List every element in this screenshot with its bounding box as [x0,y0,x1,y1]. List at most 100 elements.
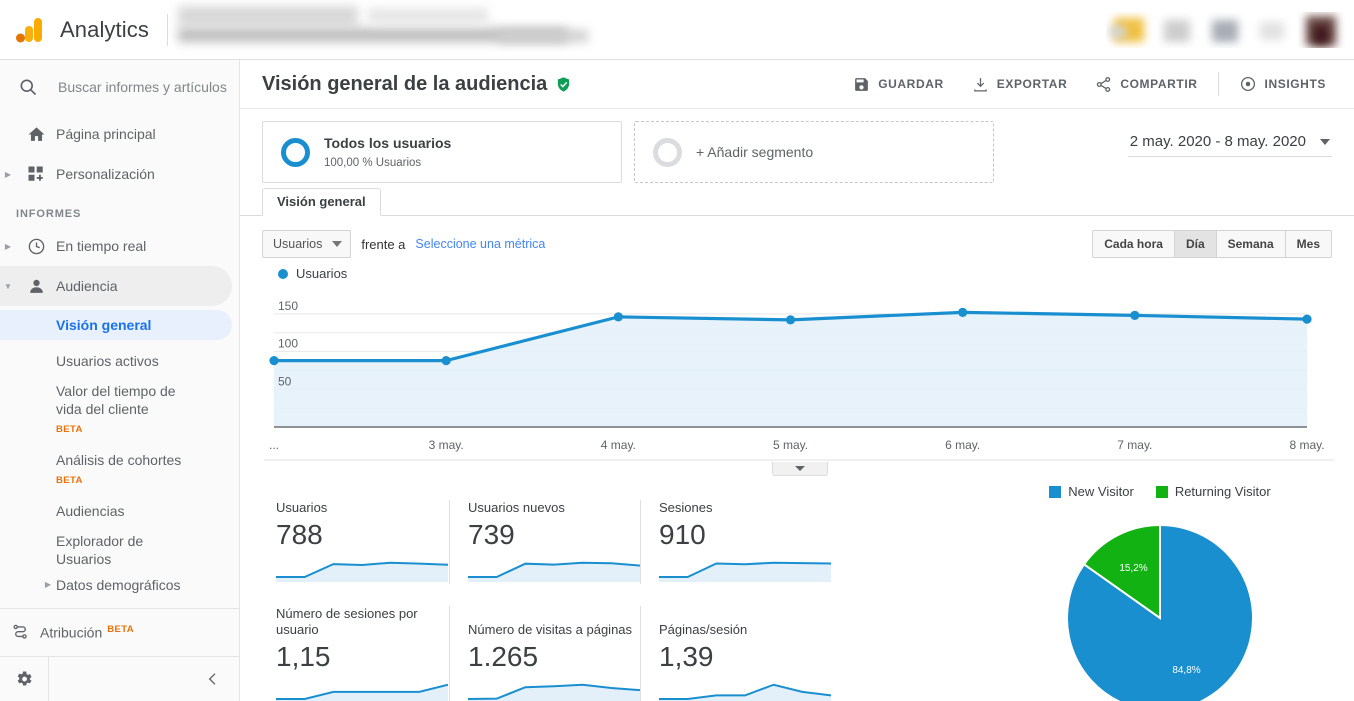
metric-cards: Usuarios 788 Usuarios nuevos 739 Sesione… [258,500,858,701]
pie-legend-item-returning-visitor[interactable]: Returning Visitor [1155,484,1271,499]
save-label: GUARDAR [878,77,944,91]
metric-card-usuarios[interactable]: Usuarios 788 [258,500,449,584]
sidebar-subitem-usuarios-activos[interactable]: Usuarios activos [0,346,232,376]
date-range-picker[interactable]: 2 may. 2020 - 8 may. 2020 [1127,129,1332,157]
tab-vision-general[interactable]: Visión general [262,188,381,216]
save-button[interactable]: GUARDAR [839,66,958,102]
sidebar-subitem-explorador-usuarios[interactable]: Explorador de Usuarios [0,526,232,574]
sidebar-item-pagina-principal[interactable]: Página principal [0,114,232,154]
share-icon [1095,76,1112,93]
page-title: Visión general de la audiencia [262,72,548,95]
sidebar-subitem-analisis-cohortes[interactable]: Análisis de cohortes BETA [0,445,232,496]
chart-controls: Usuarios frente a Seleccione una métrica… [240,216,1354,260]
metric-value: 788 [276,519,323,550]
sidebar-item-label: Atribución BETA [40,624,135,641]
pie-legend: New Visitor Returning Visitor [980,484,1340,499]
sidebar-subitem-label: Audiencias [56,503,125,519]
sparkline-visitas-paginas [468,678,640,701]
top-icon-blurred[interactable] [1106,12,1154,48]
metric-card-paginas-sesion[interactable]: Páginas/sesión 1,39 [640,606,831,701]
chevron-down-icon [1320,138,1330,145]
download-icon [972,76,989,93]
metric-card-visitas-paginas[interactable]: Número de visitas a páginas 1.265 [449,606,640,701]
insights-button[interactable]: INSIGHTS [1225,66,1340,102]
share-button[interactable]: COMPARTIR [1081,66,1211,102]
granularity-cada-hora[interactable]: Cada hora [1093,231,1175,257]
chevron-right-icon: ▶ [4,169,12,179]
top-icon-blurred[interactable] [1202,12,1250,48]
svg-text:4 may.: 4 may. [601,438,636,452]
granularity-mes[interactable]: Mes [1285,231,1331,257]
metric-value: 1,15 [276,641,331,672]
add-segment-ring-icon [653,137,682,167]
segment-all-users[interactable]: Todos los usuarios 100,00 % Usuarios [262,121,622,183]
sidebar-subitem-label: Usuarios activos [56,353,159,369]
metric-label: Número de sesiones por usuario [276,606,418,637]
search-input[interactable]: Buscar informes y artículos [0,60,239,114]
metric-card-usuarios-nuevos[interactable]: Usuarios nuevos 739 [449,500,640,584]
avatar[interactable] [1298,12,1346,48]
main-content: Visión general de la audiencia GUARDAR E… [240,60,1354,701]
main-line-chart[interactable]: 50 100 150... 3 may. 4 may. 5 may. 6 may. 7 may… [264,287,1336,476]
sparkline-paginas-sesion [659,678,831,701]
metric-label: Páginas/sesión [659,622,748,637]
legend-swatch [1049,485,1062,498]
sidebar: Buscar informes y artículos Página princ… [0,60,240,701]
metric-value: 1.265 [468,641,539,672]
beta-badge: BETA [56,424,83,435]
top-icon-blurred[interactable] [1154,12,1202,48]
sidebar-section-header: INFORMES [16,208,82,220]
metric-label: Usuarios nuevos [468,500,565,515]
export-button[interactable]: EXPORTAR [958,66,1082,102]
granularity-dia[interactable]: Día [1174,231,1217,257]
select-metric-link[interactable]: Seleccione una métrica [415,237,545,251]
sidebar-subitem-audiencias[interactable]: Audiencias [0,496,232,526]
svg-text:...: ... [269,438,279,452]
sidebar-subitem-label: Análisis de cohortes BETA [56,452,182,486]
metric-selector[interactable]: Usuarios [262,230,352,258]
blur-block [367,7,488,24]
collapse-sidebar-button[interactable] [49,671,239,687]
sparkline-usuarios [276,556,448,584]
chevron-right-icon: ▶ [44,580,52,589]
gear-icon[interactable] [0,669,48,689]
analytics-app: Analytics Buscar informes y artículos Pá… [0,0,1354,701]
shield-check-icon [555,76,572,93]
add-segment-button[interactable]: + Añadir segmento [634,121,994,183]
segment-subtitle: 100,00 % Usuarios [324,156,422,169]
add-segment-label: + Añadir segmento [696,144,814,160]
sidebar-item-personalizacion[interactable]: ▶ Personalización [0,154,232,194]
top-icon-blurred[interactable] [1250,12,1298,48]
sidebar-subitem-vision-general[interactable]: Visión general [0,310,232,340]
metric-selected-label: Usuarios [273,237,323,251]
insights-icon [1239,75,1257,93]
sparkline-sesiones-por-usuario [276,678,448,701]
sidebar-item-atribucion[interactable]: Atribución BETA [0,608,239,656]
metric-card-sesiones-por-usuario[interactable]: Número de sesiones por usuario 1,15 [258,606,449,701]
visitor-type-pie-panel: New Visitor Returning Visitor 84,8% 15,2% [980,484,1340,701]
versus-label: frente a [361,236,406,252]
beta-badge: BETA [107,624,135,636]
account-selector-blurred[interactable] [168,0,1106,60]
pie-legend-item-new-visitor[interactable]: New Visitor [1049,484,1134,499]
metric-label: Usuarios [276,500,328,515]
sidebar-item-en-tiempo-real[interactable]: ▶ En tiempo real [0,226,232,266]
metric-card-sesiones[interactable]: Sesiones 910 [640,500,831,584]
sidebar-subitem-valor-tiempo-vida[interactable]: Valor del tiempo de vida del cliente BETA [0,376,232,445]
blur-block [497,29,588,42]
granularity-semana[interactable]: Semana [1216,231,1286,257]
sidebar-item-audiencia[interactable]: ▼ Audiencia [0,266,232,306]
sidebar-item-label: Audiencia [56,278,118,294]
legend-dot [278,268,288,279]
pie-chart[interactable]: 84,8% 15,2% [980,513,1340,701]
svg-text:15,2%: 15,2% [1119,563,1147,574]
chart-expander-button[interactable] [772,462,828,476]
granularity-group: Cada hora Día Semana Mes [1092,230,1332,258]
sidebar-item-label: Personalización [56,166,155,182]
page-header: Visión general de la audiencia GUARDAR E… [240,60,1354,108]
google-analytics-logo[interactable] [0,15,60,45]
sidebar-subitem-datos-demograficos[interactable]: ▶ Datos demográficos [0,574,232,600]
sparkline-sesiones [659,556,831,584]
search-icon [8,77,48,97]
metric-value: 1,39 [659,641,714,672]
